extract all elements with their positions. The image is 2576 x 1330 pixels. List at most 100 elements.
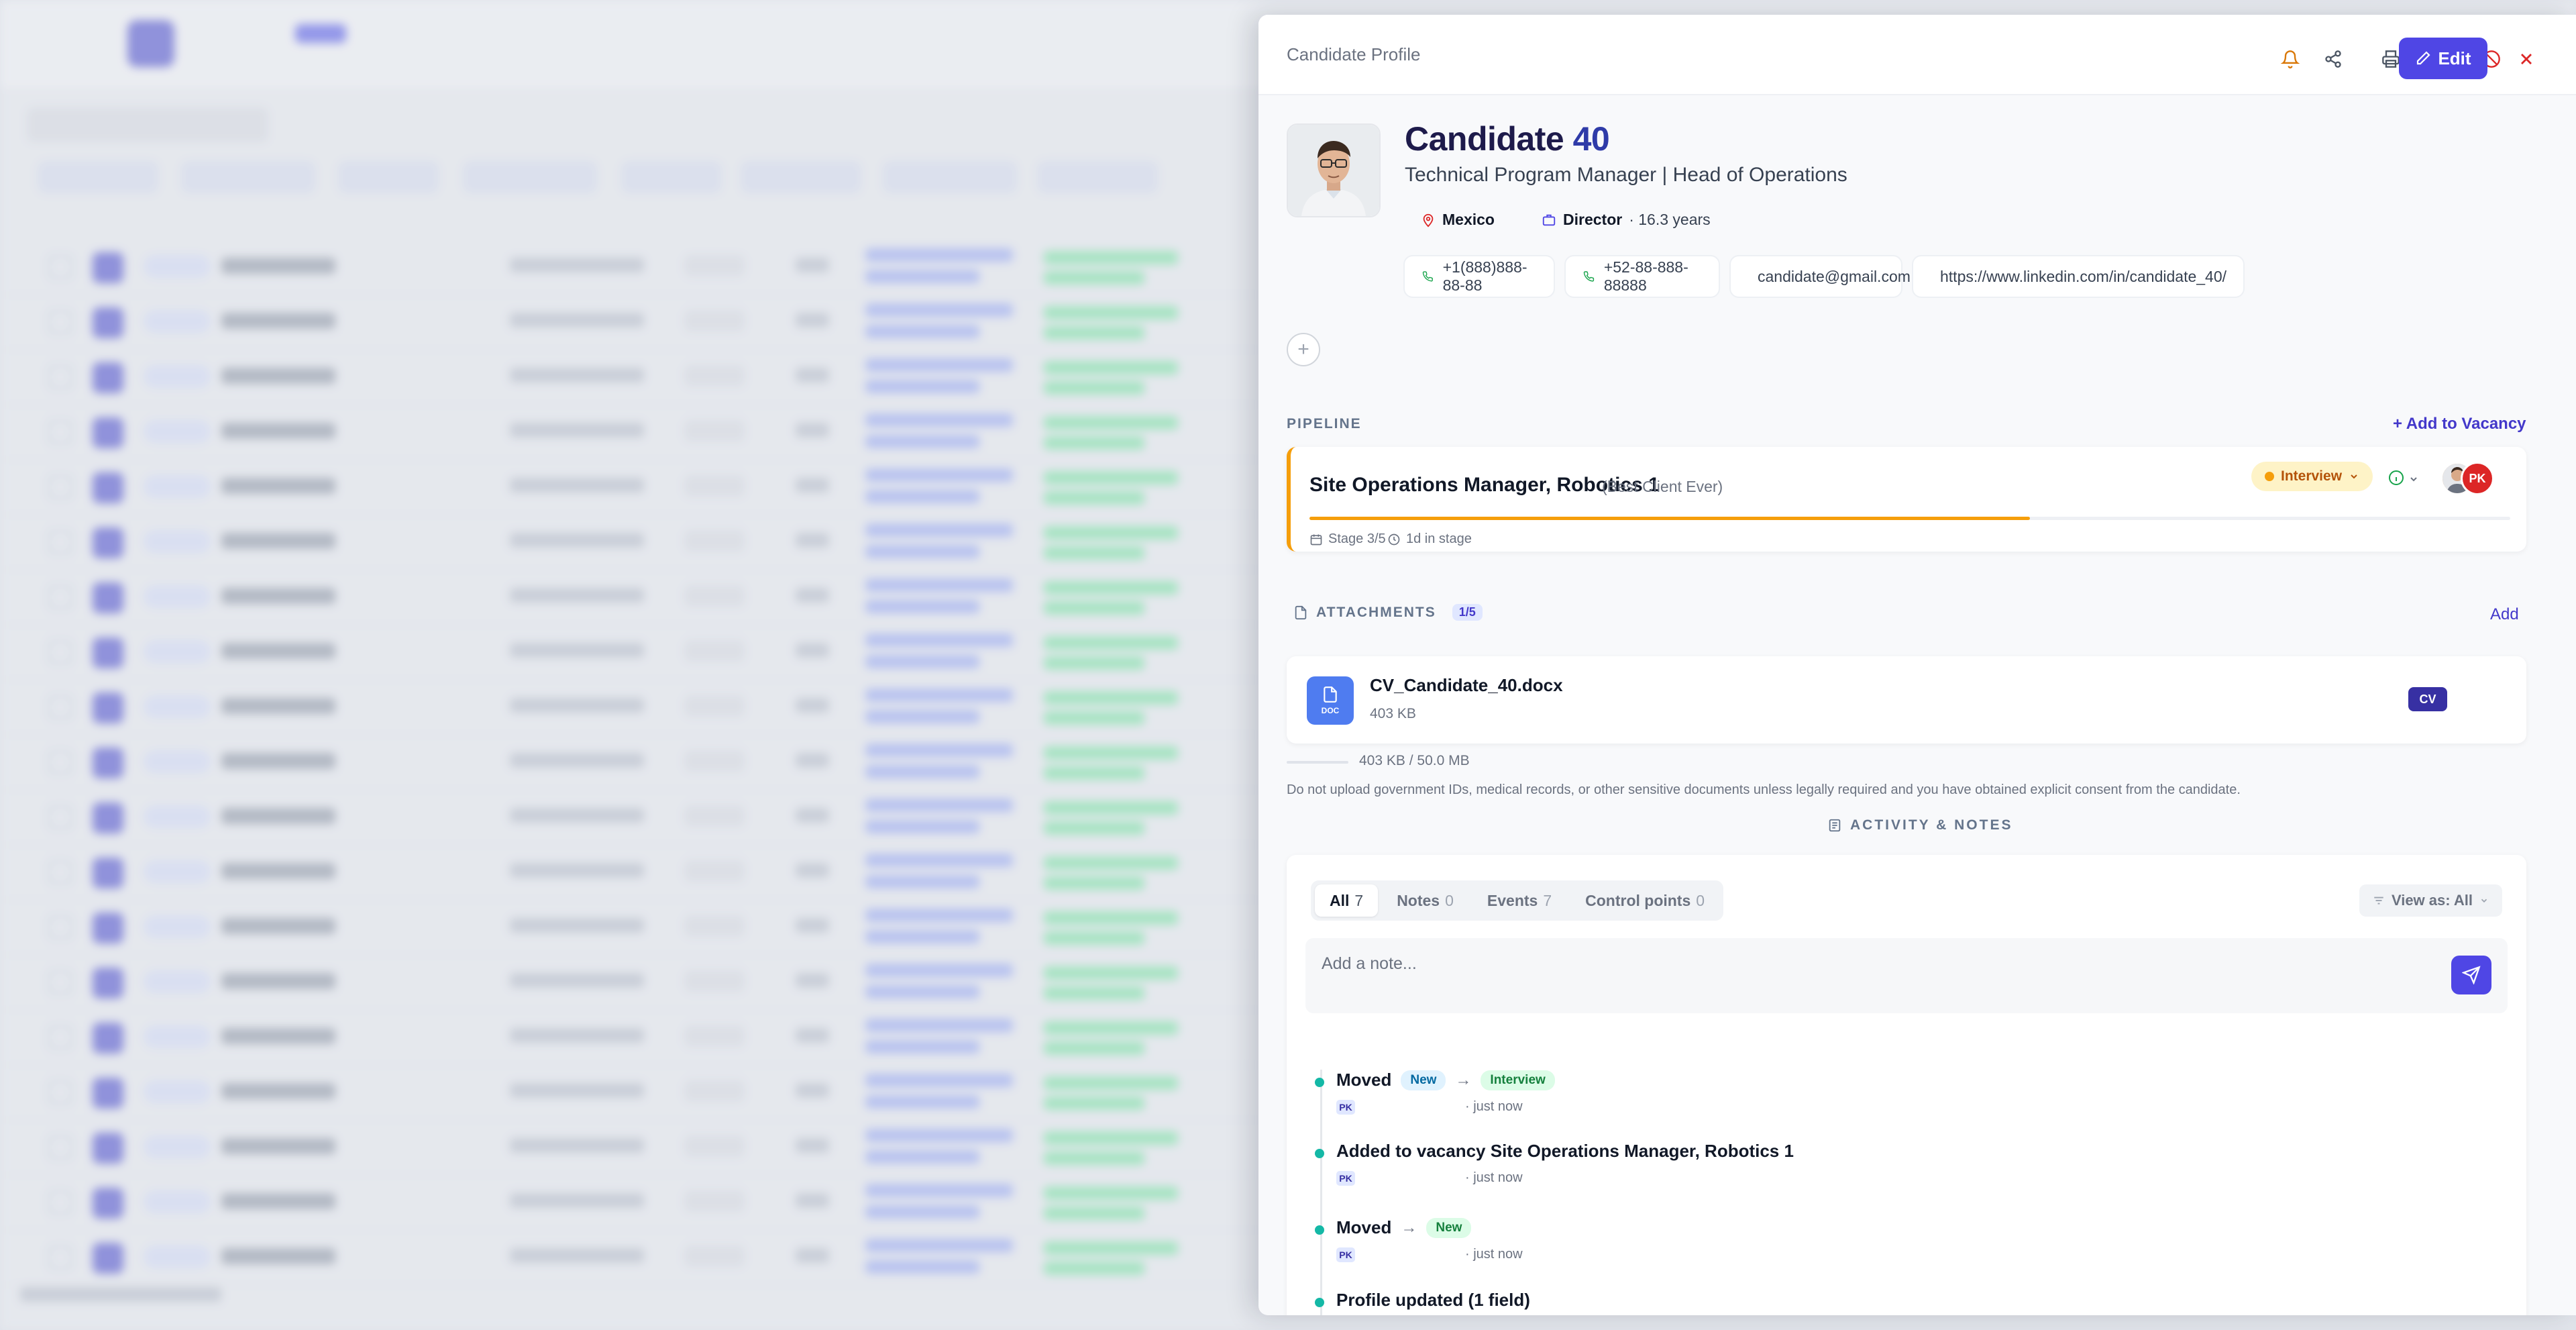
tab-events[interactable]: Events 7 [1472,884,1566,917]
author-badge: PK [1336,1170,1355,1186]
upload-disclaimer: Do not upload government IDs, medical re… [1287,782,2241,797]
linkedin-text: https://www.linkedin.com/in/candidate_40… [1940,267,2227,285]
location: Mexico [1421,211,1495,229]
tab-count: 0 [1445,891,1454,909]
tab-count: 7 [1354,891,1364,909]
chevron-down-icon [2481,899,2487,903]
activity-label-text: ACTIVITY & NOTES [1850,817,2013,833]
storage-quota-bar [1287,761,1348,764]
note-input[interactable]: Add a note... [1305,938,2508,1013]
tab-label: Control points [1585,891,1691,909]
edit-button[interactable]: Edit [2399,38,2487,79]
seniority-text: Director [1563,211,1623,228]
activity-tabs: All 7 Notes 0 Events 7 Control points 0 [1311,880,1724,921]
send-note-button[interactable] [2451,956,2491,994]
phone-chip-1[interactable]: +1(888)888-88-88 [1403,255,1555,298]
tab-all[interactable]: All 7 [1315,884,1379,917]
panel-title: Candidate Profile [1287,44,1421,64]
stage-badge[interactable]: Interview [2251,462,2373,491]
note-placeholder: Add a note... [1322,954,1417,973]
attachment-name[interactable]: CV_Candidate_40.docx [1370,675,1563,696]
event-title: Moved [1336,1070,1392,1090]
tab-label: All [1330,891,1350,909]
arrow-right-icon: → [1455,1070,1472,1089]
info-icon[interactable] [2388,470,2404,486]
file-icon [1295,605,1307,619]
attachment-size: 403 KB [1370,706,1416,721]
calendar-icon [1310,534,1322,545]
close-icon[interactable] [2508,40,2545,78]
attachments-label-text: ATTACHMENTS [1316,604,1436,620]
candidate-name: Candidate 40 [1405,119,1610,158]
timeline-dot [1315,1078,1324,1087]
tab-label: Events [1487,891,1538,909]
timeline-title: Moved New → Interview [1336,1070,1555,1090]
attachments-label: ATTACHMENTS 1/5 [1293,604,1483,621]
tab-control-points[interactable]: Control points 0 [1570,884,1719,917]
timeline-title: Added to vacancy Site Operations Manager… [1336,1141,1794,1162]
event-time: · just now [1465,1099,1523,1114]
view-as-select[interactable]: View as: All [2359,884,2502,917]
email-text: candidate@gmail.com [1758,267,1911,285]
send-icon [2462,966,2481,984]
timeline-meta: PK · just now [1336,1247,1523,1262]
add-attachment-link[interactable]: Add [2490,605,2519,624]
bell-icon[interactable] [2271,40,2309,78]
client-name: (Best Client Ever) [1602,478,1723,495]
arrow-right-icon: → [1401,1218,1417,1237]
phone-icon [1422,271,1433,282]
doc-type: DOC [1321,706,1340,715]
stage-tag-to: New [1426,1217,1472,1238]
pencil-icon [2417,51,2430,65]
stage-dot [2265,472,2274,481]
stage-count: Stage 3/5 [1309,531,1386,547]
tab-notes[interactable]: Notes 0 [1382,884,1468,917]
candidate-name-prefix: Candidate [1405,120,1564,158]
phone-2-text: +52-88-888-88888 [1603,258,1688,294]
event-title: Profile updated (1 field) [1336,1290,1530,1310]
timeline-dot [1315,1298,1324,1307]
candidate-photo [1287,123,1381,217]
share-icon[interactable] [2314,40,2352,78]
doc-file-icon: DOC [1307,676,1354,725]
view-as-text: View as: All [2391,892,2473,909]
stage-progress-track [1309,517,2510,520]
candidate-profile-panel: Candidate Profile Edit Candidate 40 Tech… [1258,15,2576,1315]
pipeline-card[interactable]: Site Operations Manager, Robotics 1 (Bes… [1287,447,2526,552]
storage-quota-text: 403 KB / 50.0 MB [1359,753,1470,768]
tab-label: Notes [1397,891,1440,909]
pipeline-label: PIPELINE [1287,416,1362,431]
candidate-title: Technical Program Manager | Head of Oper… [1405,164,1847,186]
timeline-dot [1315,1225,1324,1235]
timeline-title: Moved → New [1336,1217,1472,1238]
add-field-button[interactable]: + [1287,333,1320,366]
chevron-down-icon [2351,474,2357,479]
event-time: · just now [1465,1247,1523,1262]
stage-tag-from: New [1401,1070,1446,1090]
map-pin-icon [1423,213,1434,227]
chevron-down-icon[interactable] [2408,474,2419,484]
time-in-stage-text: 1d in stage [1406,531,1472,546]
email-chip[interactable]: candidate@gmail.com [1729,255,1911,298]
seniority: Director · 16.3 years [1542,211,1711,229]
add-to-vacancy-link[interactable]: + Add to Vacancy [2393,415,2526,433]
assignee-avatar: PK [2461,462,2494,495]
stage-progress-fill [1309,517,2030,520]
timeline-meta: PK · just now [1336,1170,1523,1186]
phone-chip-2[interactable]: +52-88-888-88888 [1564,255,1720,298]
location-text: Mexico [1442,211,1495,228]
attachments-count: 1/5 [1452,604,1483,621]
phone-icon [1583,271,1595,282]
panel-header: Candidate Profile Edit [1258,15,2576,95]
clock-icon [1388,533,1400,545]
linkedin-chip[interactable]: https://www.linkedin.com/in/candidate_40… [1912,255,2245,298]
briefcase-icon [1542,214,1556,225]
stage-text: Interview [2281,468,2343,484]
timeline-meta: PK · just now [1336,1099,1523,1115]
time-in-stage: 1d in stage [1387,531,1472,547]
activity-label: ACTIVITY & NOTES [1827,817,2012,833]
cv-badge[interactable]: CV [2408,687,2447,711]
timeline-dot [1315,1149,1324,1158]
attachment-item[interactable]: DOC CV_Candidate_40.docx 403 KB CV [1287,656,2526,744]
experience-text: · 16.3 years [1629,211,1711,228]
